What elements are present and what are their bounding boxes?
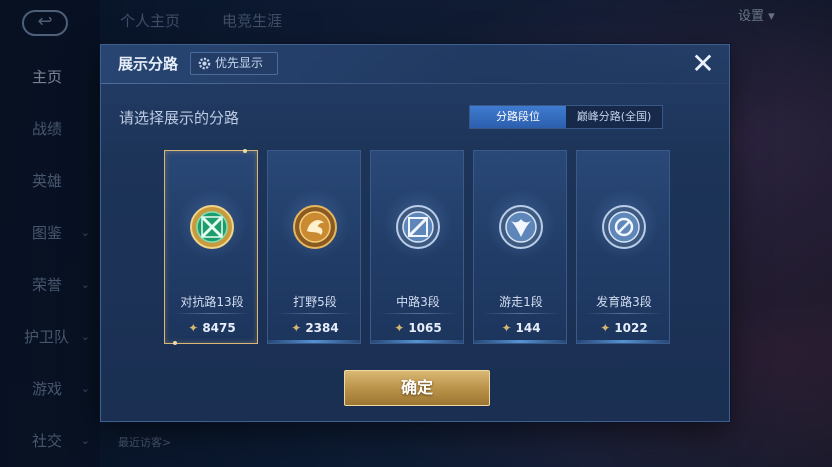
lane-card-mid[interactable]: 中路3段 ✦ 1065 [370,150,464,344]
points-icon: ✦ [600,321,611,335]
lane-score-value: 1022 [614,321,648,335]
card-divider [585,313,663,314]
corner-sparkle [243,149,247,153]
corner-sparkle [173,341,177,345]
confirm-button[interactable]: 确定 [344,370,490,406]
lane-score: ✦ 1065 [371,321,465,335]
roam-emblem-icon [499,205,543,249]
top-lane-emblem-icon [190,205,234,249]
lane-rank-label: 发育路3段 [596,295,652,309]
lane-type-tabs: 分路段位 巅峰分路(全国) [469,105,663,129]
points-icon: ✦ [188,321,199,335]
jungle-emblem-icon [293,205,337,249]
lane-score-value: 1065 [408,321,442,335]
tab-lane-rank[interactable]: 分路段位 [470,106,566,128]
lane-rank-label: 游走1段 [499,295,543,309]
points-icon: ✦ [394,321,405,335]
lane-cards: 对抗路13段 ✦ 8475 打野5段 ✦ 2384 中路3段 ✦ 1065 游走… [164,149,670,345]
points-icon: ✦ [501,321,512,335]
card-divider [482,313,560,314]
lane-card-top[interactable]: 对抗路13段 ✦ 8475 [164,149,259,345]
priority-label: 优先显示 [215,56,264,70]
header-divider [101,83,731,84]
farm-lane-emblem-icon [602,205,646,249]
lane-card-jungle[interactable]: 打野5段 ✦ 2384 [267,150,361,344]
lane-display-dialog: 展示分路 优先显示 ✕ 请选择展示的分路 分路段位 巅峰分路(全国) 对抗路13… [100,44,731,422]
lane-score: ✦ 144 [474,321,568,335]
lane-rank-label: 对抗路13段 [180,295,244,309]
lane-score: ✦ 1022 [577,321,671,335]
card-bottom-bar [268,340,360,343]
dialog-title: 展示分路 [118,55,179,73]
lane-score-value: 2384 [305,321,339,335]
close-icon[interactable]: ✕ [689,50,717,79]
selection-prompt: 请选择展示的分路 [119,109,240,127]
tab-peak-lane[interactable]: 巅峰分路(全国) [566,106,662,128]
lane-score: ✦ 8475 [165,321,259,335]
card-bottom-bar [474,340,566,343]
card-bottom-bar [371,340,463,343]
card-bottom-bar [577,340,669,343]
card-divider [173,313,251,314]
mid-lane-emblem-icon [396,205,440,249]
lane-score-value: 8475 [202,321,236,335]
lane-score-value: 144 [515,321,541,335]
lane-score: ✦ 2384 [268,321,362,335]
lane-rank-label: 打野5段 [293,295,337,309]
lane-card-farm[interactable]: 发育路3段 ✦ 1022 [576,150,670,344]
lane-rank-label: 中路3段 [396,295,440,309]
card-divider [379,313,457,314]
points-icon: ✦ [291,321,302,335]
lane-card-roam[interactable]: 游走1段 ✦ 144 [473,150,567,344]
priority-display-button[interactable]: 优先显示 [190,52,278,75]
card-divider [276,313,354,314]
gear-icon [198,57,211,70]
